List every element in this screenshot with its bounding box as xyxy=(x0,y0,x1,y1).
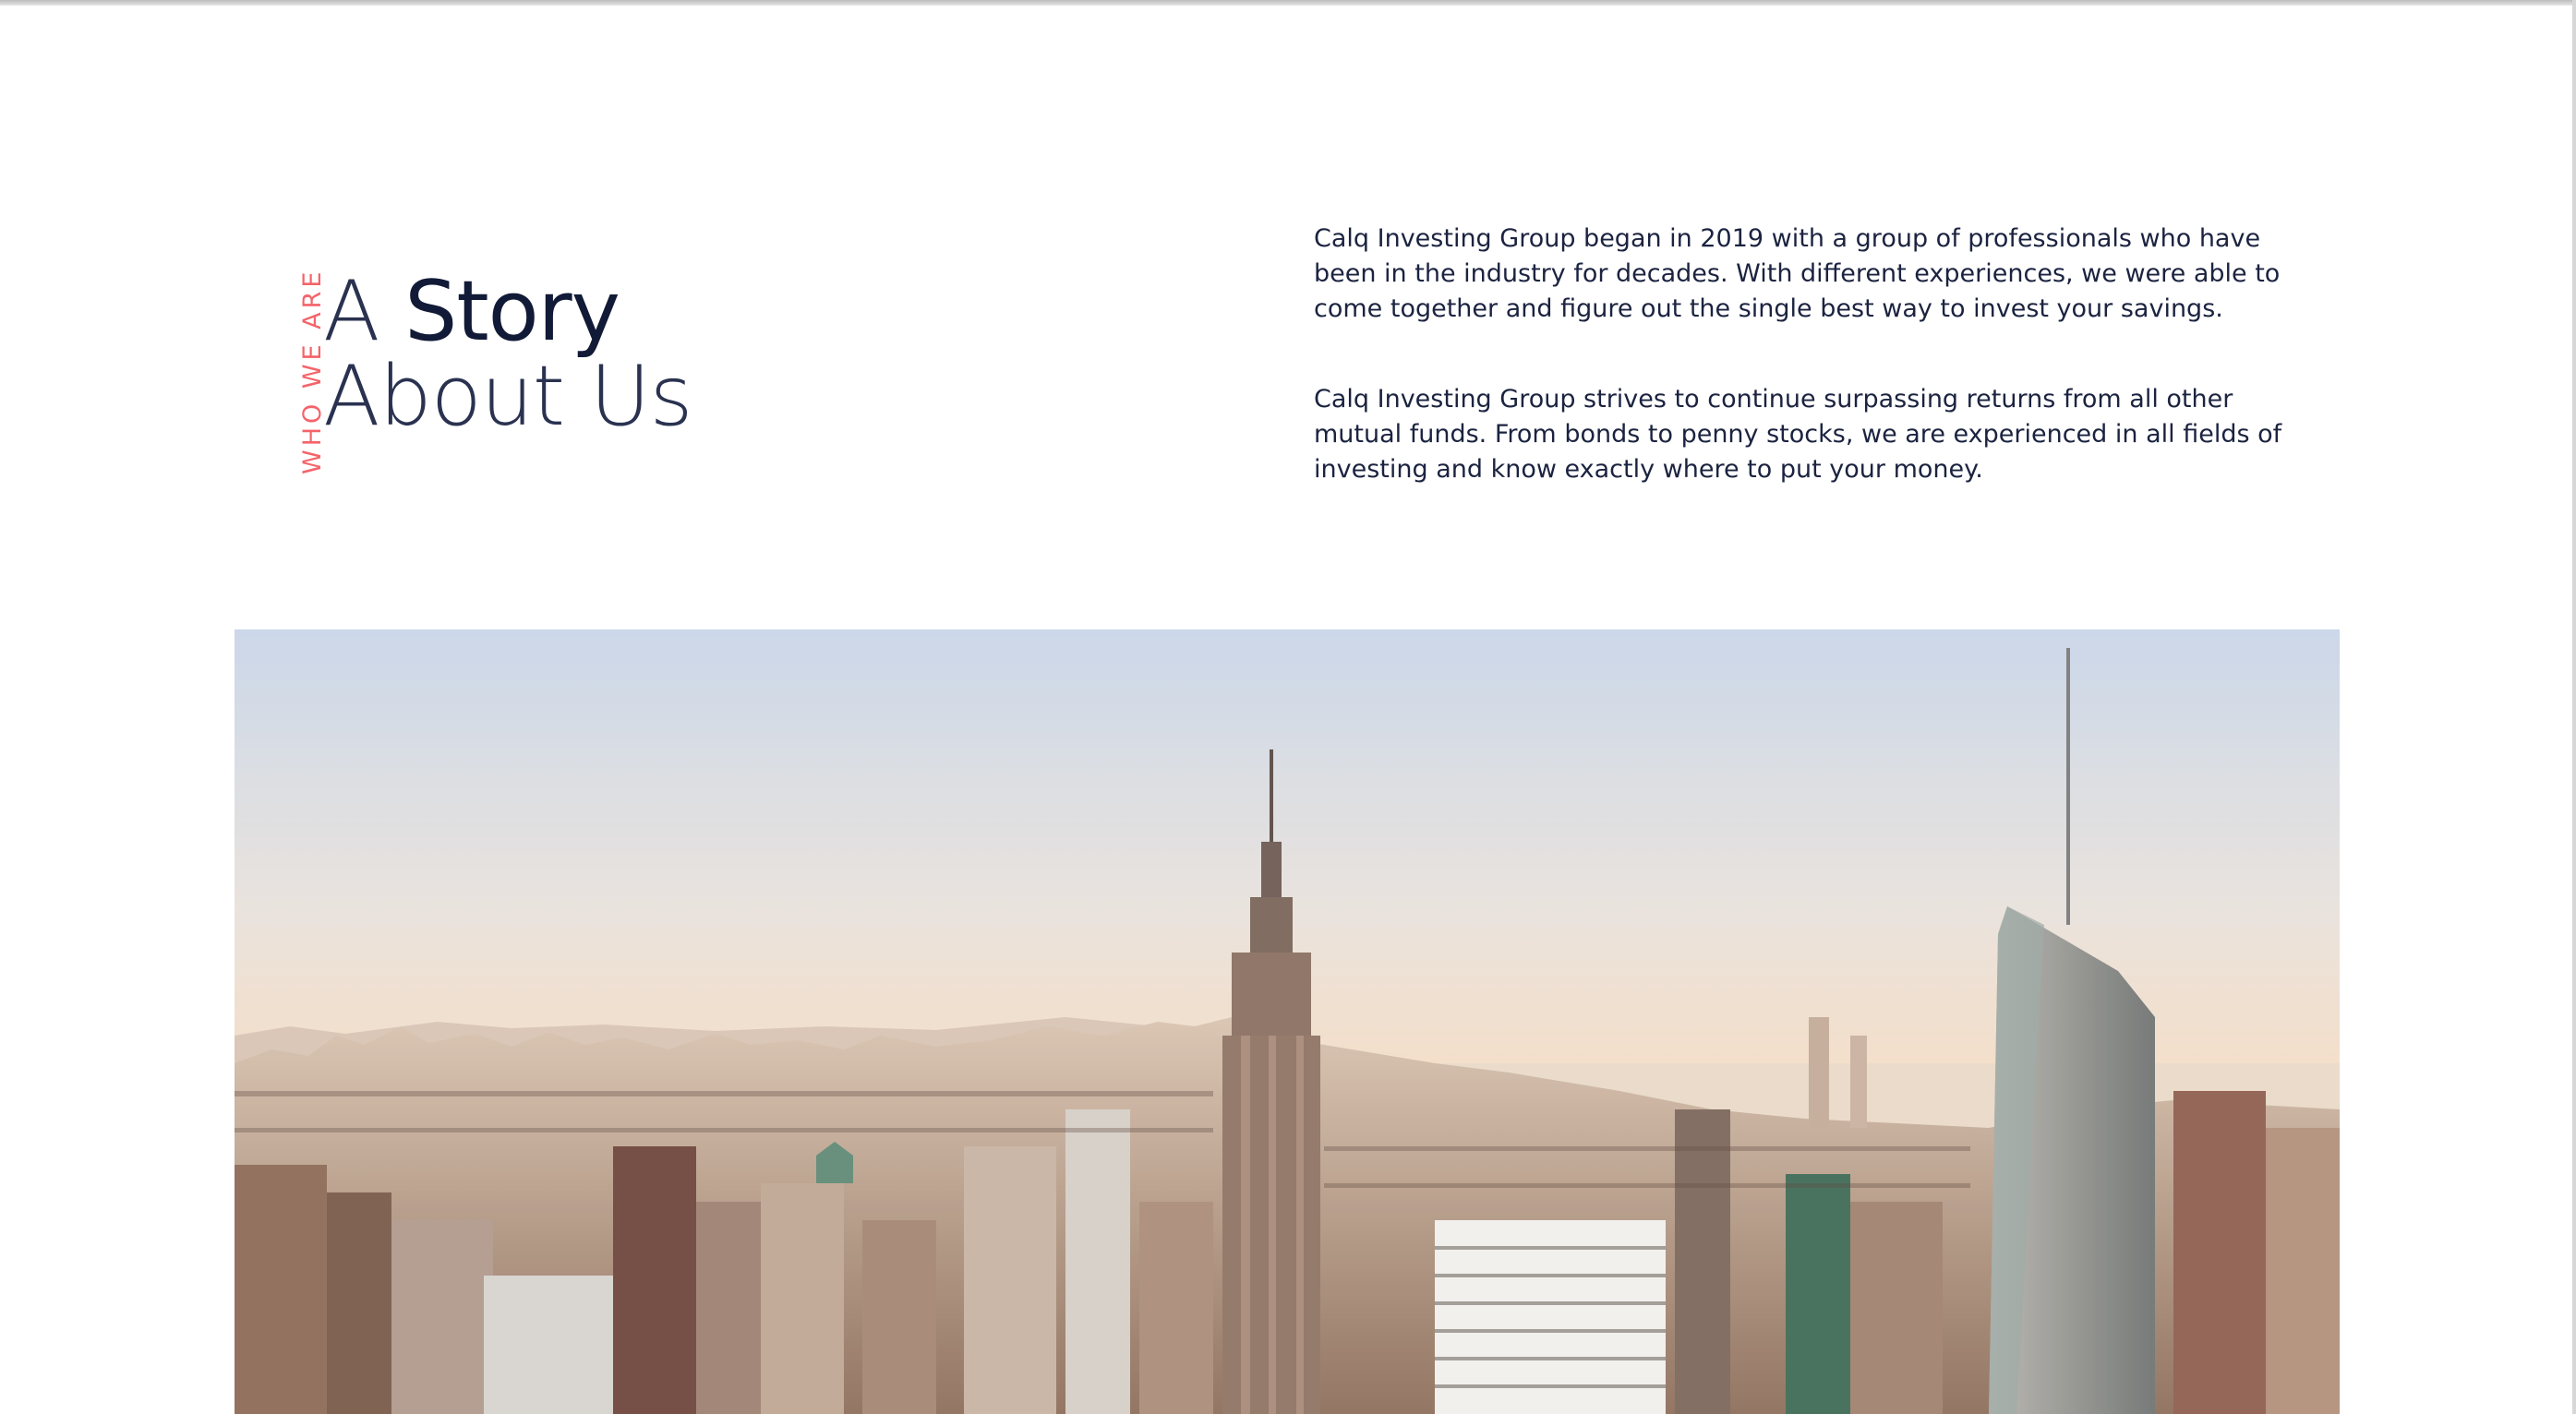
heading-line-2: About Us xyxy=(323,348,692,445)
scrollbar-track[interactable] xyxy=(2572,0,2576,1414)
heading-light-word: A xyxy=(323,263,405,360)
skyline-illustration xyxy=(235,629,2340,1414)
section-heading: A Story About Us xyxy=(323,270,692,439)
heading-line-1: A Story xyxy=(323,263,620,360)
heading-bold-word: Story xyxy=(404,263,620,360)
about-copy: Calq Investing Group began in 2019 with … xyxy=(1314,222,2320,543)
sun-wash xyxy=(235,629,2340,1414)
about-paragraph-1: Calq Investing Group began in 2019 with … xyxy=(1314,224,2281,323)
city-skyline-image xyxy=(235,629,2340,1414)
browser-top-edge xyxy=(0,0,2576,6)
about-paragraph-2: Calq Investing Group strives to continue… xyxy=(1314,385,2282,484)
